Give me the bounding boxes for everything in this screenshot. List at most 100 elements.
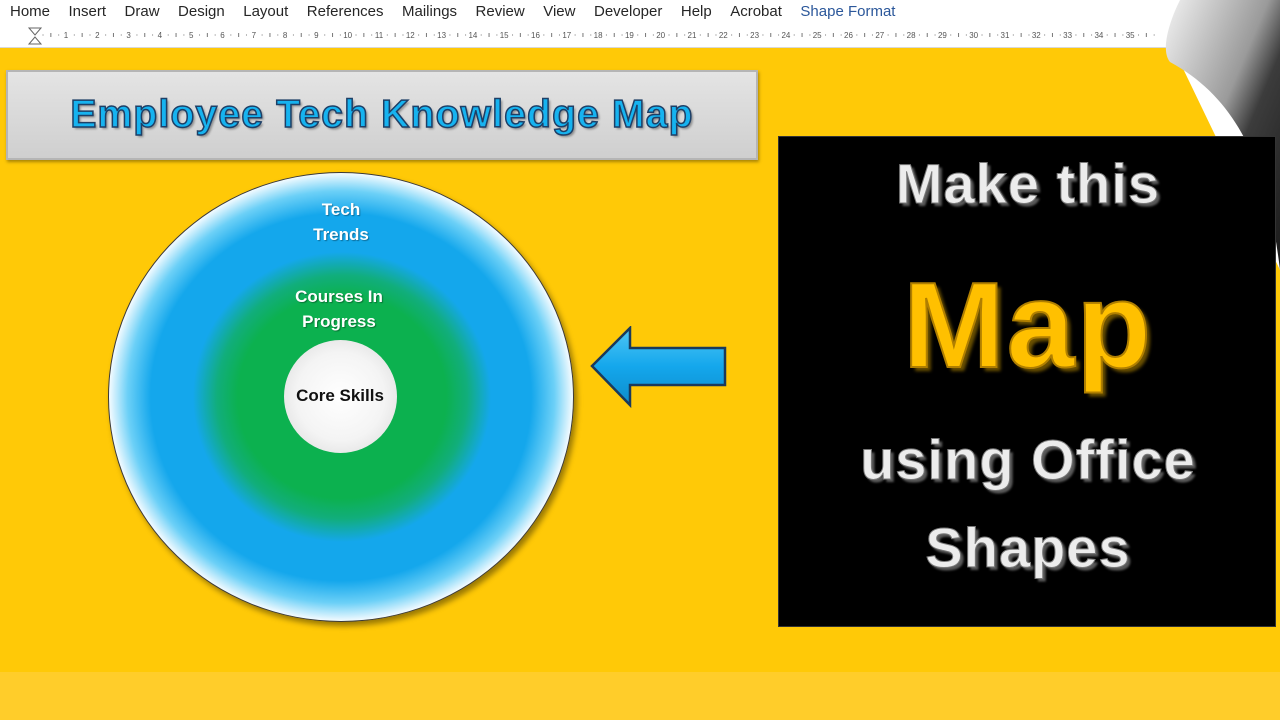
ruler-tick bbox=[1044, 34, 1046, 36]
ruler-tick bbox=[519, 33, 521, 37]
ruler-tick bbox=[292, 34, 294, 36]
menu-tab-developer[interactable]: Developer bbox=[594, 0, 662, 24]
ruler-tick bbox=[762, 34, 764, 36]
ruler-tick bbox=[1138, 34, 1140, 36]
ruler-number: 30 bbox=[969, 31, 978, 40]
menu-tab-acrobat[interactable]: Acrobat bbox=[730, 0, 782, 24]
ruler-tick bbox=[120, 34, 122, 36]
promo-line-shapes: Shapes bbox=[925, 516, 1131, 580]
ruler-tick bbox=[457, 33, 459, 37]
ruler-tick bbox=[558, 34, 560, 36]
ruler-tick bbox=[371, 34, 373, 36]
menu-tab-view[interactable]: View bbox=[543, 0, 575, 24]
ruler-tick bbox=[778, 34, 780, 36]
menu-tab-insert[interactable]: Insert bbox=[69, 0, 107, 24]
ruler-tick bbox=[261, 34, 263, 36]
ruler-number: 16 bbox=[531, 31, 540, 40]
ruler-number: 23 bbox=[750, 31, 759, 40]
ruler-tick bbox=[926, 33, 928, 37]
ruler-tick bbox=[895, 33, 897, 37]
menu-tab-home[interactable]: Home bbox=[10, 0, 50, 24]
ruler-tick bbox=[856, 34, 858, 36]
menu-tab-shape-format[interactable]: Shape Format bbox=[800, 0, 895, 24]
ruler-number: 3 bbox=[126, 31, 131, 40]
menu-tab-references[interactable]: References bbox=[307, 0, 384, 24]
ruler-tick bbox=[42, 34, 44, 36]
ruler-tick bbox=[496, 34, 498, 36]
ruler-number: 20 bbox=[656, 31, 665, 40]
ruler-number: 32 bbox=[1032, 31, 1041, 40]
promo-panel[interactable]: Make this Map using Office Shapes bbox=[778, 136, 1276, 627]
ruler-number: 1 bbox=[64, 31, 69, 40]
ruler-tick bbox=[245, 34, 247, 36]
horizontal-ruler[interactable]: 1 2 3 4 5 6 7 8 9 10 11 12 13 14 15 16 17 18 19 20 21 22 23 24 2… bbox=[0, 24, 1280, 48]
menu-tab-draw[interactable]: Draw bbox=[125, 0, 160, 24]
ruler-tick bbox=[152, 34, 154, 36]
ruler-tick bbox=[480, 34, 482, 36]
ruler-tick bbox=[1028, 34, 1030, 36]
ruler-tick bbox=[1106, 34, 1108, 36]
promo-line-using-office: using Office bbox=[860, 428, 1196, 492]
ruler-number: 24 bbox=[781, 31, 790, 40]
ruler-tick bbox=[871, 34, 873, 36]
ruler-tick bbox=[1145, 33, 1147, 37]
ruler-tick bbox=[934, 34, 936, 36]
ruler-number: 22 bbox=[719, 31, 728, 40]
ruler-tick bbox=[136, 34, 138, 36]
menu-tab-mailings[interactable]: Mailings bbox=[402, 0, 457, 24]
title-shape[interactable]: Employee Tech Knowledge Map bbox=[6, 70, 758, 160]
ruler-tick bbox=[512, 34, 514, 36]
menu-tab-layout[interactable]: Layout bbox=[243, 0, 288, 24]
ruler-scale: 1 2 3 4 5 6 7 8 9 10 11 12 13 14 15 16 17 18 19 20 21 22 23 24 2… bbox=[42, 31, 1155, 40]
ruler-tick bbox=[832, 33, 834, 37]
ruler-tick bbox=[527, 34, 529, 36]
ruler-tick bbox=[324, 34, 326, 36]
ruler-tick bbox=[308, 34, 310, 36]
ruler-tick bbox=[605, 34, 607, 36]
ruler-tick bbox=[58, 34, 60, 36]
ruler-tick bbox=[488, 33, 490, 37]
ruler-tick bbox=[918, 34, 920, 36]
ruler-number: 35 bbox=[1126, 31, 1135, 40]
ruler-tick bbox=[230, 34, 232, 36]
ruler-tick bbox=[1012, 34, 1014, 36]
ruler-tick bbox=[433, 34, 435, 36]
ruler-tick bbox=[355, 34, 357, 36]
ruler-tick bbox=[903, 34, 905, 36]
ruler-tick bbox=[465, 34, 467, 36]
indent-marker-icon[interactable] bbox=[28, 27, 42, 47]
left-arrow-icon[interactable] bbox=[588, 326, 730, 410]
ruler-number: 19 bbox=[625, 31, 634, 40]
page-bottom-band bbox=[0, 672, 1280, 720]
ruler-tick bbox=[1059, 34, 1061, 36]
ruler-number: 6 bbox=[220, 31, 225, 40]
core-skills-label: Core Skills bbox=[296, 386, 384, 405]
courses-label-line1: Courses In bbox=[295, 287, 383, 306]
ruler-tick bbox=[864, 33, 866, 37]
ruler-tick bbox=[645, 33, 647, 37]
ruler-tick bbox=[637, 34, 639, 36]
ruler-tick bbox=[668, 34, 670, 36]
ruler-tick bbox=[183, 34, 185, 36]
ruler-number: 27 bbox=[875, 31, 884, 40]
ruler-number: 28 bbox=[907, 31, 916, 40]
menu-tab-review[interactable]: Review bbox=[476, 0, 525, 24]
tech-trends-label-line2: Trends bbox=[313, 225, 369, 244]
ruler-tick bbox=[738, 33, 740, 37]
ruler-tick bbox=[418, 34, 420, 36]
ruler-number: 7 bbox=[252, 31, 257, 40]
ruler-tick bbox=[112, 33, 114, 37]
menu-tab-design[interactable]: Design bbox=[178, 0, 225, 24]
ruler-tick bbox=[981, 34, 983, 36]
ruler-number: 18 bbox=[594, 31, 603, 40]
ruler-number: 29 bbox=[938, 31, 947, 40]
ruler-number: 11 bbox=[375, 31, 384, 40]
ruler-tick bbox=[339, 34, 341, 36]
menu-tab-help[interactable]: Help bbox=[681, 0, 712, 24]
promo-line-make-this: Make this bbox=[895, 152, 1161, 216]
ruler-tick bbox=[269, 33, 271, 37]
ruler-number: 12 bbox=[406, 31, 415, 40]
courses-in-progress-label: Courses In Progress bbox=[264, 284, 414, 334]
ruler-tick bbox=[332, 33, 334, 37]
ruler-tick bbox=[770, 33, 772, 37]
